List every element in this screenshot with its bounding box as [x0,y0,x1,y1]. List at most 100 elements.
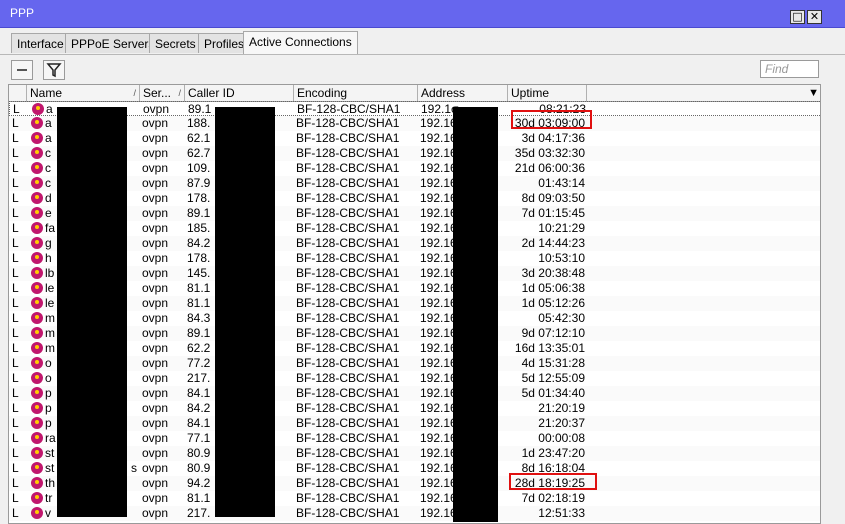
cell-encoding: BF-128-CBC/SHA1 [296,251,400,265]
cell-encoding: BF-128-CBC/SHA1 [296,446,400,460]
cell-encoding: BF-128-CBC/SHA1 [296,206,400,220]
user-icon [31,402,43,414]
cell-uptime: 12:51:33 [538,506,585,520]
close-button[interactable]: ✕ [807,10,822,24]
highlight-box-1 [511,110,592,129]
cell-encoding: BF-128-CBC/SHA1 [296,326,400,340]
user-icon [31,177,43,189]
table-row[interactable]: Lm ovpn 62.2 BF-128-CBC/SHA1 192.16 16d 13:35… [9,341,820,356]
redaction-caller-id [215,107,275,517]
cell-encoding: BF-128-CBC/SHA1 [296,281,400,295]
cell-flag: L [12,251,19,265]
cell-flag: L [12,416,19,430]
cell-uptime: 1d 23:47:20 [521,446,585,460]
table-row[interactable]: Lh ovpn 178. BF-128-CBC/SHA1 192.16 10:53:10 [9,251,820,266]
cell-flag: L [12,176,19,190]
table-row[interactable]: Lo ovpn 77.2 BF-128-CBC/SHA1 192.16 4d 15:31:… [9,356,820,371]
table-row[interactable]: Lra ovpn 77.1 BF-128-CBC/SHA1 192.16 00:00:08 [9,431,820,446]
table-body: La ovpn 89.1 BF-128-CBC/SHA1 192.1σ 08:21:23 L… [9,101,820,523]
remove-button[interactable] [11,60,33,80]
table-row[interactable]: Lg ovpn 84.2 BF-128-CBC/SHA1 192.16 2d 14:44:… [9,236,820,251]
table-row[interactable]: Lp ovpn 84.1 BF-128-CBC/SHA1 192.16 5d 01:34:… [9,386,820,401]
cell-service: ovpn [142,266,169,280]
tab-pppoe-servers[interactable]: PPPoE Servers [65,33,161,53]
find-input[interactable]: Find [760,60,819,78]
table-row[interactable]: Ltr ovpn 81.1 BF-128-CBC/SHA1 192.16 7d 02:18… [9,491,820,506]
user-icon [31,372,43,384]
header-address[interactable]: Address [418,85,508,101]
cell-uptime: 7d 02:18:19 [521,491,585,505]
user-icon [31,117,43,129]
table-row[interactable]: Lst ovpn 80.9 BF-128-CBC/SHA1 192.16 1d 23:47… [9,446,820,461]
cell-uptime: 1d 05:06:38 [521,281,585,295]
table-row[interactable]: Le ovpn 89.1 BF-128-CBC/SHA1 192.16 7d 01:15:… [9,206,820,221]
cell-flag: L [12,371,19,385]
cell-encoding: BF-128-CBC/SHA1 [296,401,400,415]
user-icon [31,192,43,204]
cell-flag: L [12,386,19,400]
user-icon [31,447,43,459]
cell-encoding: BF-128-CBC/SHA1 [296,311,400,325]
cell-uptime: 21:20:19 [538,401,585,415]
table-row[interactable]: Lm ovpn 84.3 BF-128-CBC/SHA1 192.16 05:42:30 [9,311,820,326]
header-encoding[interactable]: Encoding [294,85,418,101]
table-row[interactable]: Lm ovpn 89.1 BF-128-CBC/SHA1 192.16 9d 07:12:… [9,326,820,341]
cell-uptime: 10:21:29 [538,221,585,235]
table-row[interactable]: Lfa ovpn 185. BF-128-CBC/SHA1 192.16 10:21:29 [9,221,820,236]
table-row[interactable]: La ovpn 89.1 BF-128-CBC/SHA1 192.1σ 08:21:23 [9,101,820,116]
table-row[interactable]: Llb ovpn 145. BF-128-CBC/SHA1 192.16 3d 20:38… [9,266,820,281]
column-menu-icon[interactable]: ▼ [808,85,819,101]
redaction-name [57,107,127,517]
cell-uptime: 00:00:08 [538,431,585,445]
table-row[interactable]: Lo ovpn 217. BF-128-CBC/SHA1 192.16 5d 12:55:… [9,371,820,386]
window-title: PPP [10,6,35,20]
table-row[interactable]: Lst ovpn 80.9 BF-128-CBC/SHA1 192.16 8d 16:18… [9,461,820,476]
cell-flag: L [12,401,19,415]
table-row[interactable]: Lth ovpn 94.2 BF-128-CBC/SHA1 192.16 28d 18:1… [9,476,820,491]
cell-service: ovpn [142,221,169,235]
cell-encoding: BF-128-CBC/SHA1 [296,491,400,505]
cell-service: ovpn [142,431,169,445]
table-row[interactable]: Lc ovpn 62.7 BF-128-CBC/SHA1 192.16 35d 03:32… [9,146,820,161]
cell-flag: L [12,146,19,160]
cell-service: ovpn [142,476,169,490]
header-flag[interactable] [9,85,27,101]
header-service[interactable]: Ser... / [140,85,185,101]
table-row[interactable]: Lv ovpn 217. BF-128-CBC/SHA1 192.16 12:51:33 [9,506,820,521]
tab-secrets[interactable]: Secrets [149,33,202,53]
table-row[interactable]: Lc ovpn 87.9 BF-128-CBC/SHA1 192.16 01:43:14 [9,176,820,191]
filter-button[interactable] [43,60,65,80]
cell-service: ovpn [142,251,169,265]
table-row[interactable]: Ld ovpn 178. BF-128-CBC/SHA1 192.16 8d 09:03:… [9,191,820,206]
table-row[interactable]: La ovpn 62.1 BF-128-CBC/SHA1 192.16 3d 04:17:… [9,131,820,146]
cell-encoding: BF-128-CBC/SHA1 [296,176,400,190]
cell-flag: L [12,506,19,520]
tab-interface[interactable]: Interface [11,33,70,53]
cell-flag: L [12,446,19,460]
cell-encoding: BF-128-CBC/SHA1 [296,146,400,160]
table-row[interactable]: Lc ovpn 109. BF-128-CBC/SHA1 192.16 21d 06:00… [9,161,820,176]
user-icon [31,207,43,219]
user-icon [31,387,43,399]
table-row[interactable]: Lle ovpn 81.1 BF-128-CBC/SHA1 192.16 1d 05:06… [9,281,820,296]
header-name[interactable]: Name / [27,85,140,101]
user-icon [31,267,43,279]
highlight-box-2 [509,473,597,490]
table-row[interactable]: Lp ovpn 84.1 BF-128-CBC/SHA1 192.16 21:20:37 [9,416,820,431]
table-row[interactable]: Lle ovpn 81.1 BF-128-CBC/SHA1 192.16 1d 05:12… [9,296,820,311]
table-row[interactable]: Lp ovpn 84.2 BF-128-CBC/SHA1 192.16 21:20:19 [9,401,820,416]
user-icon [31,327,43,339]
cell-flag: L [13,102,20,116]
tab-active-connections[interactable]: Active Connections [243,31,358,54]
cell-encoding: BF-128-CBC/SHA1 [296,116,400,130]
cell-service: ovpn [142,341,169,355]
header-caller-id[interactable]: Caller ID [185,85,294,101]
cell-service: ovpn [142,461,169,475]
header-uptime[interactable]: Uptime [508,85,587,101]
cell-encoding: BF-128-CBC/SHA1 [296,506,400,520]
cell-uptime: 21d 06:00:36 [514,161,585,175]
cell-flag: L [12,311,19,325]
table-row[interactable]: La ovpn 188. BF-128-CBC/SHA1 192.16 30d 03:09… [9,116,820,131]
user-icon [31,342,43,354]
maximize-button[interactable]: □ [790,10,805,24]
